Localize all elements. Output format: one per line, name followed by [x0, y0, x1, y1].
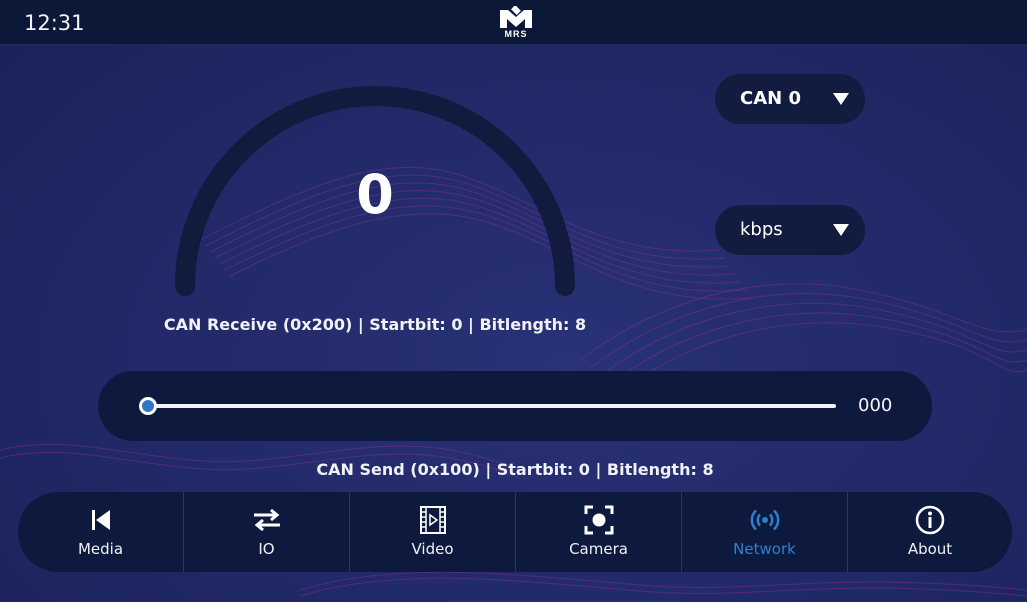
send-slider-track[interactable]	[148, 404, 836, 408]
nav-item-camera[interactable]: Camera	[516, 492, 682, 572]
nav-item-about[interactable]: About	[848, 492, 1012, 572]
send-slider-thumb[interactable]	[139, 397, 157, 415]
nav-item-io[interactable]: IO	[184, 492, 350, 572]
caret-down-icon	[833, 93, 849, 105]
nav-label-about: About	[907, 540, 953, 558]
nav-label-io: IO	[258, 540, 275, 558]
nav-item-video[interactable]: Video	[350, 492, 516, 572]
send-slider-panel: 000	[98, 371, 932, 441]
can-receive-label: CAN Receive (0x200) | Startbit: 0 | Bitl…	[163, 315, 587, 334]
nav-item-media[interactable]: Media	[18, 492, 184, 572]
film-play-icon	[419, 506, 446, 534]
status-bar: 12:31 MRS	[0, 0, 1027, 45]
logo-text: MRS	[504, 29, 528, 39]
can-channel-dropdown[interactable]: CAN 0	[715, 74, 865, 124]
nav-label-camera: Camera	[569, 540, 628, 558]
bitrate-dropdown[interactable]: kbps	[715, 205, 865, 255]
bottom-navigation: Media IO Video Camera Network About	[18, 492, 1012, 572]
wireless-signal-icon	[750, 509, 779, 531]
send-slider-value: 000	[858, 395, 893, 416]
bitrate-value: kbps	[740, 219, 783, 240]
clock: 12:31	[24, 11, 85, 35]
can-send-label: CAN Send (0x100) | Startbit: 0 | Bitleng…	[316, 460, 714, 479]
nav-label-media: Media	[77, 540, 124, 558]
info-icon	[915, 505, 945, 535]
nav-label-network: Network	[733, 540, 796, 558]
skip-back-icon	[91, 510, 110, 530]
gauge-value: 0	[356, 163, 394, 226]
can-channel-value: CAN 0	[740, 88, 801, 109]
nav-label-video: Video	[411, 540, 454, 558]
hmi-screen: 12:31 MRS 0 CAN Receive (0x200) | Startb…	[0, 0, 1027, 602]
caret-down-icon	[833, 224, 849, 236]
nav-item-network[interactable]: Network	[682, 492, 848, 572]
swap-arrows-icon	[253, 508, 280, 532]
camera-focus-icon	[584, 505, 613, 535]
